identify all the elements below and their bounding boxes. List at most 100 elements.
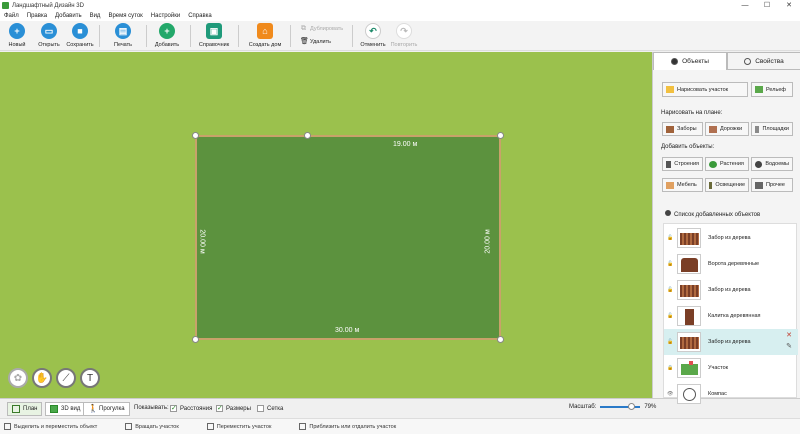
edit-item-icon[interactable]: ✎ (786, 342, 792, 350)
list-item[interactable]: 🔓 Калитка деревянная (664, 303, 798, 329)
menu-file[interactable]: Файл (4, 13, 19, 19)
list-item-label: Забор из дерева (708, 235, 751, 241)
list-item-label: Забор из дерева (708, 339, 751, 345)
ruler-tool-icon[interactable]: ⟋ (56, 368, 76, 388)
buildings-button[interactable]: Строения (662, 157, 703, 171)
tab-objects-label: Объекты (682, 58, 709, 65)
tab-properties[interactable]: Свойства (727, 52, 800, 70)
list-item[interactable]: 🔓 Забор из дерева ✕ ✎ (664, 329, 798, 355)
printer-icon: ▤ (115, 23, 131, 39)
status-move: Переместить участок (206, 423, 272, 430)
platforms-button[interactable]: Площадки (751, 122, 793, 136)
corner-handle[interactable] (192, 132, 199, 139)
undo-button[interactable]: ↶ Отменить (356, 23, 390, 48)
building-icon (666, 160, 672, 168)
objects-list[interactable]: 🔓 Забор из дерева 🔓 Ворота деревянные 🔓 … (663, 223, 798, 404)
draw-plot-label: Нарисовать участок (677, 86, 729, 93)
unlock-icon[interactable]: 🔓 (667, 261, 673, 267)
paths-button[interactable]: Дорожки (705, 122, 749, 136)
list-item[interactable]: 🔒 Участок (664, 355, 798, 381)
text-tool-icon[interactable]: T (80, 368, 100, 388)
close-button[interactable]: ✕ (778, 0, 800, 11)
right-panel: Объекты Свойства Нарисовать участок Рель… (652, 52, 800, 404)
maximize-button[interactable]: ☐ (756, 0, 778, 11)
title-bar: Ландшафтный Дизайн 3D — ☐ ✕ (0, 0, 800, 11)
menu-settings[interactable]: Настройки (151, 13, 180, 19)
unlock-icon[interactable]: 🔓 (667, 235, 673, 241)
ponds-button[interactable]: Водоемы (751, 157, 793, 171)
bench-icon (666, 181, 674, 189)
menu-bar: Файл Правка Добавить Вид Время суток Нас… (0, 11, 800, 21)
save-button[interactable]: ■ Сохранить (63, 23, 97, 48)
list-item[interactable]: 🔓 Ворота деревянные (664, 251, 798, 277)
relief-icon (755, 86, 763, 93)
reference-button[interactable]: ▣ Справочник (197, 23, 231, 48)
grid-checkbox[interactable]: Сетка (257, 405, 283, 412)
menu-time-of-day[interactable]: Время суток (108, 13, 142, 19)
lock-icon[interactable]: 🔒 (667, 365, 673, 371)
toolbar-separator (290, 25, 291, 47)
distances-checkbox[interactable]: ✓ Расстояния (170, 405, 212, 412)
open-button[interactable]: ▭ Открыть (32, 23, 66, 48)
redo-button[interactable]: ↷ Повторить (387, 23, 421, 48)
redo-label: Повторить (390, 42, 418, 48)
unlock-icon[interactable]: 🔓 (667, 339, 673, 345)
minimize-button[interactable]: — (734, 0, 756, 11)
create-house-label: Создать дом (248, 42, 282, 48)
walk-label: Прогулка (99, 406, 125, 412)
plan-canvas[interactable]: 19.00 м 30.00 м 20.00 м 20.00 м (0, 52, 652, 398)
corner-handle[interactable] (192, 336, 199, 343)
create-house-button[interactable]: ⌂ Создать дом (248, 23, 282, 48)
edge-handle[interactable] (304, 132, 311, 139)
status-move-label: Переместить участок (216, 423, 272, 430)
floppy-icon: ■ (72, 23, 88, 39)
delete-item-icon[interactable]: ✕ (786, 331, 792, 339)
print-button[interactable]: ▤ Печать (106, 23, 140, 48)
menu-help[interactable]: Справка (188, 13, 212, 19)
rotate-tool-icon[interactable]: ✿ (8, 368, 28, 388)
ponds-label: Водоемы (765, 161, 789, 167)
corner-handle[interactable] (497, 132, 504, 139)
zoom-icon (299, 423, 307, 430)
list-item[interactable]: 🔓 Забор из дерева (664, 225, 798, 251)
corner-handle[interactable] (497, 336, 504, 343)
duplicate-button[interactable]: ⧉ Дублировать (300, 25, 343, 32)
draw-plot-button[interactable]: Нарисовать участок (662, 82, 748, 97)
gate-thumbnail (677, 254, 701, 274)
3d-view-button[interactable]: 3D вид (45, 402, 86, 416)
undo-label: Отменить (360, 42, 386, 48)
dimension-bottom: 30.00 м (335, 327, 360, 334)
tab-objects[interactable]: Объекты (653, 52, 727, 70)
unlock-icon[interactable]: 🔓 (667, 313, 673, 319)
menu-add[interactable]: Добавить (55, 13, 82, 19)
new-button[interactable]: + Новый (0, 23, 34, 48)
delete-label: Удалить (310, 38, 331, 45)
relief-button[interactable]: Рельеф (751, 82, 793, 97)
plants-button[interactable]: Растения (705, 157, 749, 171)
zoom-slider[interactable] (600, 403, 641, 410)
delete-button[interactable]: 🗑 Удалить (300, 38, 331, 45)
list-item[interactable]: 🔓 Забор из дерева (664, 277, 798, 303)
zoom-slider-knob[interactable] (628, 403, 636, 410)
menu-edit[interactable]: Правка (27, 13, 47, 19)
add-objects-heading: Добавить объекты: (661, 144, 715, 150)
plan-icon (12, 405, 20, 413)
plan-view-button[interactable]: План (7, 402, 43, 416)
furniture-button[interactable]: Мебель (662, 178, 703, 192)
other-button[interactable]: Прочее (751, 178, 793, 192)
eye-icon[interactable]: 👁 (667, 391, 673, 397)
save-label: Сохранить (66, 42, 94, 48)
fences-button[interactable]: Заборы (662, 122, 703, 136)
lighting-button[interactable]: Освещение (705, 178, 749, 192)
show-label: Показывать: (134, 405, 169, 411)
menu-view[interactable]: Вид (90, 13, 101, 19)
walk-button[interactable]: 🚶 Прогулка (83, 402, 130, 416)
sizes-checkbox[interactable]: ✓ Размеры (216, 405, 251, 412)
draw-on-plan-heading: Нарисовать на плане: (661, 110, 723, 116)
list-item[interactable]: 👁 Компас (664, 381, 798, 407)
add-button[interactable]: + Добавить (150, 23, 184, 48)
unlock-icon[interactable]: 🔓 (667, 287, 673, 293)
land-plot[interactable] (195, 135, 501, 340)
house-icon: ⌂ (257, 23, 273, 39)
hand-tool-icon[interactable]: ✋ (32, 368, 52, 388)
